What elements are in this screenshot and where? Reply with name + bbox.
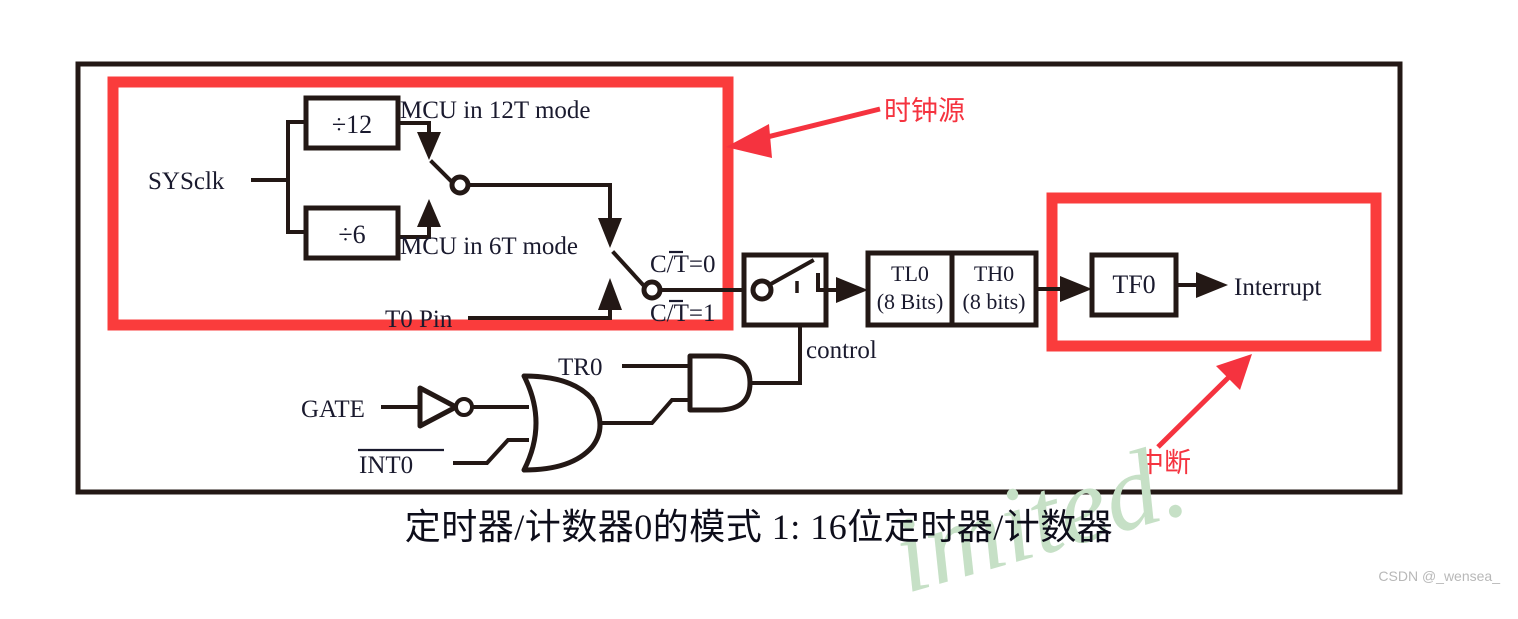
wire-div12-out [396, 121, 431, 135]
wire-or-to-and [599, 398, 694, 425]
block-div6-label: ÷6 [338, 220, 365, 249]
switch-12t-6t-pole[interactable] [449, 174, 471, 196]
annotation-clock-source-label: 时钟源 [884, 96, 965, 126]
wire-int0-to-or [453, 438, 529, 465]
label-gate: GATE [301, 396, 365, 423]
annotation-clock-source: 时钟源 [726, 96, 965, 158]
figure-caption: 定时器/计数器0的模式 1: 16位定时器/计数器 [404, 507, 1114, 547]
block-div12-label: ÷12 [332, 110, 372, 139]
figure-canvas: ÷12 ÷6 TL0 (8 Bits) TH0 (8 bits) TF0 SYS… [0, 0, 1518, 616]
label-int0: INT0 [358, 448, 444, 479]
arrowhead-into-tf0 [1060, 276, 1092, 302]
switch-ct-pole[interactable] [641, 279, 663, 301]
label-ct-equals-1: C/T=1 [650, 299, 716, 327]
block-th0-label-bottom: (8 bits) [963, 289, 1026, 314]
label-interrupt: Interrupt [1234, 274, 1322, 301]
block-tf0-label: TF0 [1112, 270, 1155, 299]
switch-ct-lever[interactable] [611, 250, 648, 290]
block-tl0-label-bottom: (8 Bits) [877, 289, 944, 314]
label-tr0: TR0 [558, 354, 602, 381]
or-gate [521, 373, 603, 473]
label-mcu-6t-mode: MCU in 6T mode [400, 233, 578, 260]
label-ct-equals-0: C/T=0 [650, 250, 716, 278]
and-gate [687, 353, 753, 413]
arrowhead-t0pin-into-ct-switch [598, 278, 622, 310]
not-gate-bubble [454, 397, 474, 417]
annotation-clock-source-arrow-line [754, 106, 881, 143]
label-control: control [806, 337, 877, 364]
label-int0-text: INT0 [359, 452, 413, 479]
label-t0-pin: T0 Pin [385, 306, 453, 333]
not-gate [417, 385, 459, 429]
label-sysclk: SYSclk [148, 168, 225, 195]
arrowhead-into-interrupt [1196, 272, 1228, 298]
label-mcu-12t-mode: MCU in 12T mode [400, 97, 591, 124]
csdn-credit-watermark: CSDN @_wensea_ [1378, 568, 1500, 584]
block-tl0-label-top: TL0 [891, 261, 929, 286]
block-th0-label-top: TH0 [974, 261, 1014, 286]
annotation-interrupt-label: 中断 [1137, 448, 1191, 478]
wire-t0pin [468, 310, 612, 320]
arrowhead-6t-into-switch [417, 199, 441, 227]
arrowhead-into-tl0 [836, 277, 868, 303]
wire-clock-to-ct-switch [466, 183, 612, 220]
label-ct-equals-0-text: C/T=0 [650, 251, 716, 278]
label-ct-equals-1-text: C/T=1 [650, 300, 716, 327]
arrowhead-clock-into-ct-switch [598, 218, 622, 248]
annotation-interrupt: 中断 [1137, 354, 1252, 478]
annotation-interrupt-arrow-line [1156, 374, 1232, 449]
arrowhead-12t-into-switch [417, 132, 441, 160]
